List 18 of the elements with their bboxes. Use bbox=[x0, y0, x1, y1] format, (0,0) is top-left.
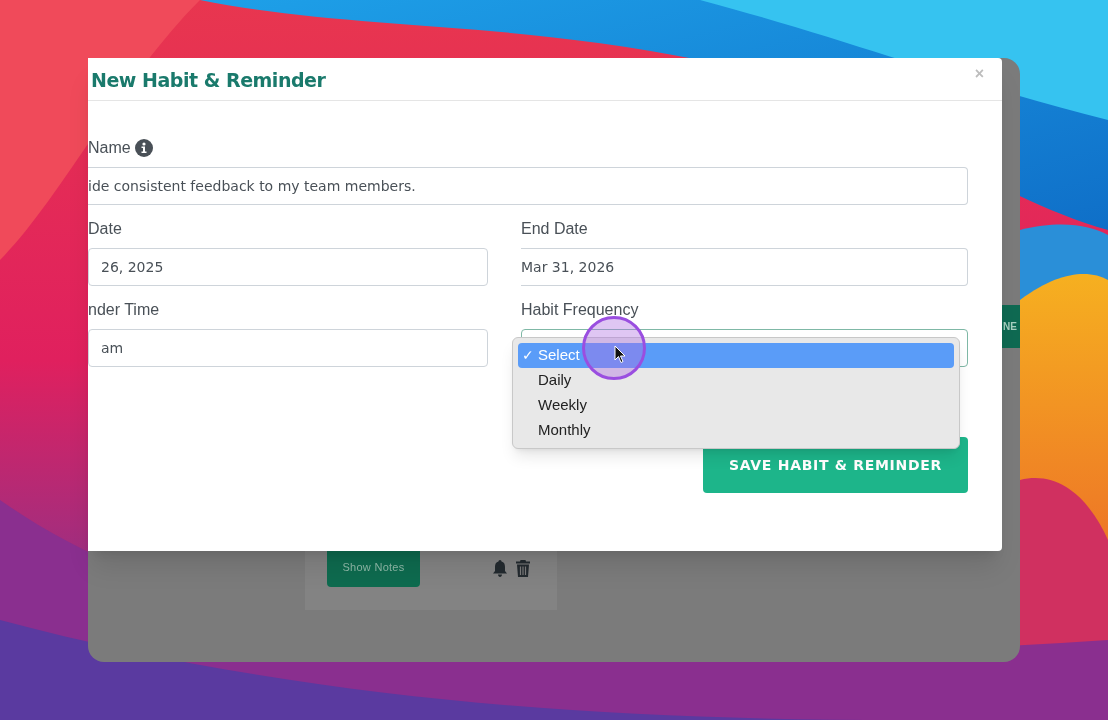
dialog-title: New Habit & Reminder bbox=[90, 68, 326, 94]
input-field[interactable]: am bbox=[88, 329, 488, 367]
input-field[interactable]: 26, 2025 bbox=[88, 248, 488, 286]
input-field[interactable]: ide consistent feedback to my team members. bbox=[88, 167, 968, 205]
side-button[interactable]: NE bbox=[1002, 305, 1020, 348]
cursor-icon bbox=[614, 345, 626, 364]
dropdown-option[interactable]: Daily bbox=[518, 368, 954, 393]
bell-icon bbox=[492, 560, 508, 577]
field-label: End Date bbox=[521, 219, 588, 239]
check-mark: ✓ bbox=[521, 346, 535, 365]
field-label: Habit Frequency bbox=[521, 300, 639, 320]
trash-icon bbox=[516, 560, 530, 577]
field-label: Name bbox=[88, 138, 131, 158]
input-field[interactable]: Mar 31, 2026 bbox=[521, 248, 968, 286]
info-icon[interactable] bbox=[134, 139, 153, 157]
field-label: Date bbox=[88, 219, 122, 239]
dropdown-option[interactable]: Weekly bbox=[518, 393, 954, 418]
field-label: nder Time bbox=[88, 300, 160, 320]
